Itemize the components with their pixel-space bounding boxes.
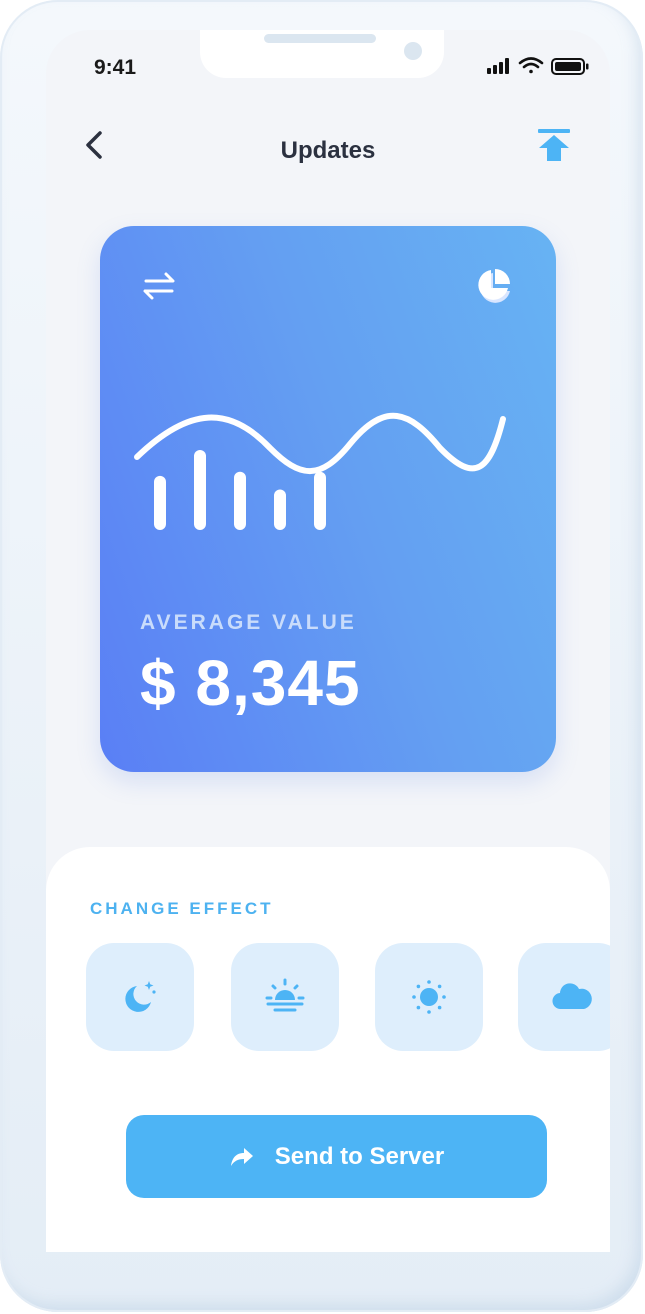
value-trend-chart [134, 412, 506, 530]
sun-icon [412, 980, 446, 1014]
cloud-icon [552, 983, 592, 1010]
effect-night-button[interactable] [86, 943, 194, 1051]
share-arrow-icon [230, 1147, 253, 1166]
wifi-icon [518, 57, 544, 74]
speaker [264, 34, 376, 43]
send-to-server-button[interactable]: Send to Server [126, 1115, 547, 1198]
front-camera [404, 42, 422, 60]
change-effect-panel: CHANGE EFFECT Send to Server [46, 847, 610, 1252]
phone-frame: 9:41 Updates AVERAGE VALUE $ 8,345 CHANG… [0, 0, 643, 1312]
pie-chart-icon[interactable] [472, 266, 514, 308]
sunrise-icon [265, 978, 305, 1012]
send-to-server-label: Send to Server [274, 1142, 445, 1170]
average-value-amount: $ 8,345 [140, 647, 361, 719]
effect-sunrise-button[interactable] [231, 943, 339, 1051]
effect-cloudy-button[interactable] [518, 943, 610, 1051]
effect-day-button[interactable] [375, 943, 483, 1051]
status-time: 9:41 [94, 56, 137, 79]
status-icons [487, 57, 589, 75]
upload-icon [538, 129, 570, 161]
average-value-label: AVERAGE VALUE [140, 611, 357, 634]
change-effect-label: CHANGE EFFECT [90, 899, 274, 918]
battery-icon [551, 58, 589, 75]
average-value-card: AVERAGE VALUE $ 8,345 [100, 226, 556, 772]
signal-icon [487, 58, 509, 74]
swap-arrows-icon[interactable] [142, 270, 176, 302]
upload-button[interactable] [532, 126, 576, 170]
notch [200, 30, 444, 78]
moon-stars-icon [125, 981, 156, 1012]
trend-line [134, 412, 506, 474]
page-title: Updates [280, 137, 376, 164]
app-screen: 9:41 Updates AVERAGE VALUE $ 8,345 CHANG… [46, 30, 610, 1252]
